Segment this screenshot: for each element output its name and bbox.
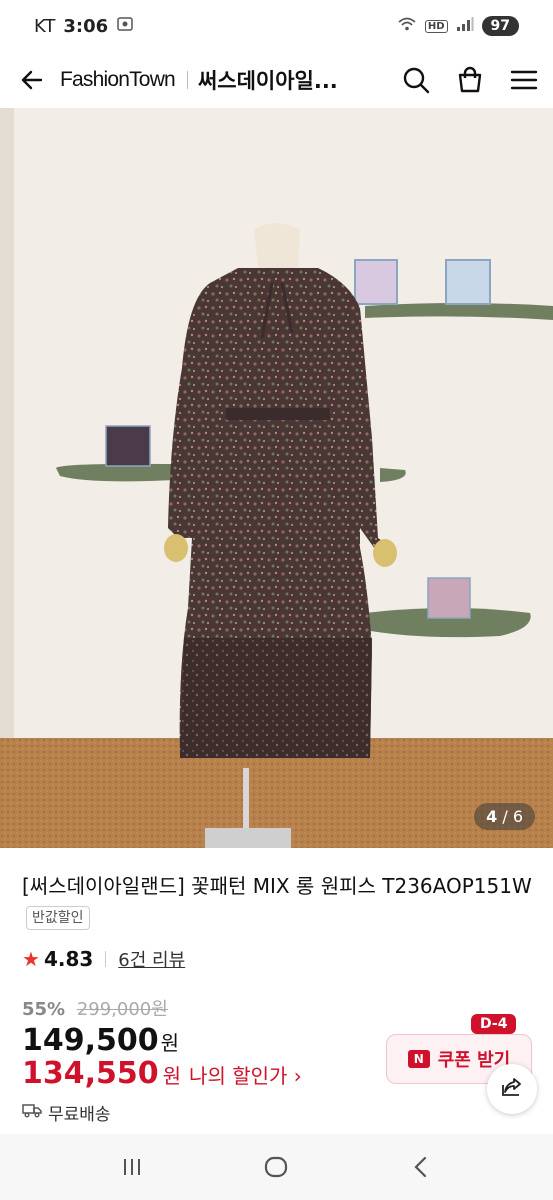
status-bar: KT 3:06 HD 97	[0, 0, 553, 52]
carrier-label: KT	[34, 15, 56, 37]
my-discount-price: 134,550	[22, 1056, 159, 1091]
shipping-info: 무료배송	[22, 1100, 111, 1125]
image-counter-slash: /	[502, 807, 513, 826]
share-icon	[500, 1075, 524, 1103]
shop-name[interactable]: 써스데이아일...	[198, 65, 338, 95]
product-image[interactable]: 4 / 6	[0, 108, 553, 848]
rating-row: ★ 4.83 6건 리뷰	[22, 946, 537, 972]
home-icon[interactable]	[256, 1147, 296, 1187]
image-counter: 4 / 6	[474, 803, 535, 830]
n-logo-icon: N	[407, 1050, 430, 1068]
share-button[interactable]	[487, 1064, 537, 1114]
wifi-icon	[397, 16, 417, 36]
original-price: 299,000원	[76, 999, 168, 1020]
my-price-currency: 원	[162, 1064, 182, 1088]
signal-icon	[456, 16, 474, 36]
back-nav-icon[interactable]	[401, 1147, 441, 1187]
image-counter-current: 4	[486, 807, 498, 826]
recent-apps-icon[interactable]	[112, 1147, 152, 1187]
half-price-badge: 반값할인	[26, 906, 90, 930]
product-title-block: [써스데이아일랜드] 꽃패턴 MIX 롱 원피스 T236AOP151W 반값할…	[22, 870, 537, 934]
rating-divider	[105, 951, 107, 967]
sale-price: 149,500	[22, 1023, 159, 1058]
shopping-bag-icon[interactable]	[455, 65, 485, 95]
product-title: [써스데이아일랜드] 꽃패턴 MIX 롱 원피스 T236AOP151W	[22, 874, 532, 898]
brand-logo[interactable]: FashionTown	[60, 68, 176, 92]
rating-score: 4.83	[43, 947, 94, 971]
screen-record-icon	[116, 15, 134, 38]
truck-icon	[22, 1102, 42, 1123]
battery-indicator: 97	[481, 16, 519, 36]
clock: 3:06	[63, 15, 109, 37]
review-link[interactable]: 6건 리뷰	[118, 946, 185, 972]
dday-badge: D-4	[471, 1014, 517, 1034]
product-info: [써스데이아일랜드] 꽃패턴 MIX 롱 원피스 T236AOP151W 반값할…	[22, 870, 537, 972]
discount-rate: 55%	[22, 999, 66, 1020]
back-arrow-icon[interactable]	[16, 64, 48, 96]
app-header: FashionTown 써스데이아일...	[0, 52, 553, 108]
discount-row: 55% 299,000원	[22, 995, 537, 1021]
header-divider	[186, 71, 188, 89]
system-nav-bar	[0, 1134, 553, 1200]
star-icon: ★	[22, 947, 40, 971]
search-icon[interactable]	[401, 65, 431, 95]
my-discount-price-link[interactable]: 나의 할인가 ›	[189, 1060, 302, 1089]
shipping-label: 무료배송	[48, 1105, 111, 1125]
sale-price-currency: 원	[160, 1031, 180, 1055]
image-counter-total: 6	[512, 807, 523, 826]
hd-voice-badge: HD	[424, 19, 448, 33]
menu-icon[interactable]	[509, 65, 539, 95]
product-photo	[0, 108, 553, 848]
